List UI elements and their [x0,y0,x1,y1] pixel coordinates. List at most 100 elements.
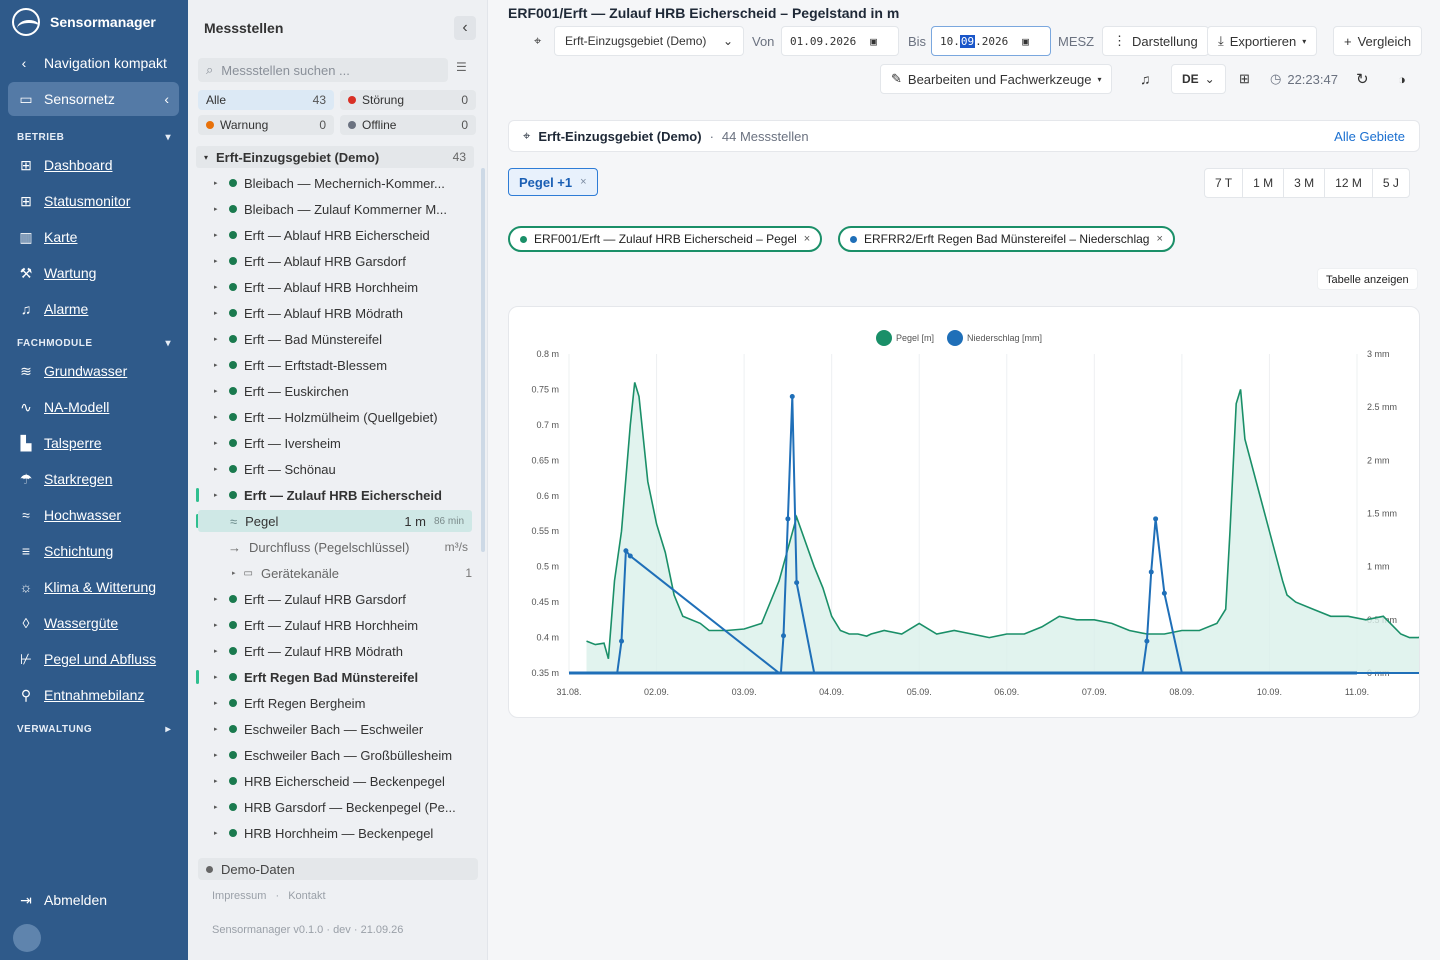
sidebar-item-sensornetz[interactable]: ▭ Sensornetz ‹ [8,82,179,116]
station-item[interactable]: ▸ Bleibach — Zulauf Kommerner M... [214,199,464,219]
caret-right-icon[interactable]: ▸ [214,179,222,187]
station-item[interactable]: ▸ Erft — Erftstadt-Blessem [214,355,464,375]
sidebar-item-pegel-abfluss[interactable]: ⊬ Pegel und Abfluss [18,649,156,669]
station-item[interactable]: ▸ Erft — Zulauf HRB Mödrath [214,641,464,661]
station-item[interactable]: ▸ Eschweiler Bach — Großbüllesheim [214,745,464,765]
brand[interactable]: Sensormanager [12,8,156,36]
show-table-button[interactable]: Tabelle anzeigen [1317,268,1418,290]
caret-right-icon[interactable]: ▸ [214,257,222,265]
channel-geraete[interactable]: ▸ ▭ Gerätekanäle 1 [232,563,472,583]
bell-icon[interactable]: ♫ [1140,64,1151,94]
close-icon[interactable]: × [1156,233,1162,245]
station-item[interactable]: ▸ HRB Eicherscheid — Beckenpegel [214,771,464,791]
channel-pegel[interactable]: ≈ Pegel 1 m 86 min [198,510,472,532]
tools-button[interactable]: ✎ Bearbeiten und Fachwerkzeuge ▾ [880,64,1113,94]
sidebar-item-wartung[interactable]: ⚒ Wartung [18,263,97,283]
sidebar-item-alarme[interactable]: ♫ Alarme [18,299,89,319]
refresh-icon[interactable]: ↻ [1356,64,1369,94]
caret-right-icon[interactable]: ▸ [214,335,222,343]
caret-right-icon[interactable]: ▸ [214,621,222,629]
collapse-panel-button[interactable]: ‹ [454,16,476,40]
station-item[interactable]: ▸ Erft — Ablauf HRB Mödrath [214,303,464,323]
station-item[interactable]: ▸ Erft — Ablauf HRB Garsdorf [214,251,464,271]
caret-right-icon[interactable]: ▸ [214,803,222,811]
sidebar-item-klima-witterung[interactable]: ☼ Klima & Witterung [18,577,156,597]
series-pill-niederschlag[interactable]: ERFRR2/Erft Regen Bad Münstereifel – Nie… [838,226,1175,252]
range-7t[interactable]: 7 T [1205,169,1244,197]
filter-chip-alle[interactable]: Alle 43 [198,90,334,110]
theme-toggle-icon[interactable]: ◑ [1398,64,1406,94]
sidebar-item-starkregen[interactable]: ☂ Starkregen [18,469,113,489]
station-item[interactable]: ▸ Eschweiler Bach — Eschweiler [214,719,464,739]
sidebar-item-dashboard[interactable]: ⊞ Dashboard [18,155,112,175]
caret-right-icon[interactable]: ▸ [214,387,222,395]
sidebar-item-grundwasser[interactable]: ≋ Grundwasser [18,361,127,381]
caret-right-icon[interactable]: ▸ [214,361,222,369]
range-5j[interactable]: 5 J [1373,169,1409,197]
darstellung-button[interactable]: ⋮ Darstellung [1102,26,1209,56]
channel-durchfluss[interactable]: → Durchfluss (Pegelschlüssel) m³/s [228,537,468,557]
caret-right-icon[interactable]: ▸ [214,699,222,707]
timeseries-chart[interactable]: 31.08. 02.09. 03.09. 04.09. 05.09. 06.09. 07.0… [509,307,1428,717]
sidebar-item-schichtung[interactable]: ≡ Schichtung [18,541,113,561]
caret-right-icon[interactable]: ▸ [214,205,222,213]
filter-icon[interactable]: ☰ [456,60,467,74]
caret-right-icon[interactable]: ▸ [214,439,222,447]
station-item[interactable]: ▸ Erft — Ablauf HRB Horchheim [214,277,464,297]
filter-chip-offline[interactable]: Offline 0 [340,115,476,135]
search-input[interactable]: ⌕ Messstellen suchen ... [198,58,448,82]
bis-date-input[interactable]: 10.09.2026 ▣ [931,26,1051,56]
station-item[interactable]: ▸ Erft — Zulauf HRB Horchheim [214,615,464,635]
caret-right-icon[interactable]: ▸ [214,647,222,655]
sidebar-item-entnahmebilanz[interactable]: ⚲ Entnahmebilanz [18,685,145,705]
avatar[interactable] [13,924,41,952]
nav-compact-toggle[interactable]: ‹ Navigation kompakt [16,52,167,74]
kontakt-link[interactable]: Kontakt [288,890,325,902]
compare-button[interactable]: + Vergleich [1333,26,1423,56]
all-areas-link[interactable]: Alle Gebiete [1334,129,1405,144]
station-item[interactable]: ▸ Erft — Euskirchen [214,381,464,401]
caret-right-icon[interactable]: ▸ [214,829,222,837]
caret-right-icon[interactable]: ▸ [214,413,222,421]
section-fachmodule[interactable]: FACHMODULE ▾ [17,338,171,349]
caret-right-icon[interactable]: ▸ [214,309,222,317]
sidebar-item-talsperre[interactable]: ▙ Talsperre [18,433,102,453]
filter-chip-stoerung[interactable]: Störung 0 [340,90,476,110]
logout-button[interactable]: ⇥ Abmelden [18,892,107,908]
impressum-link[interactable]: Impressum [212,890,266,902]
caret-right-icon[interactable]: ▸ [214,673,222,681]
sidebar-item-karte[interactable]: ▥ Karte [18,227,77,247]
sidebar-item-wasserguete[interactable]: ◊ Wassergüte [18,613,119,633]
group-erft[interactable]: ▾ Erft-Einzugsgebiet (Demo) 43 [196,146,474,168]
filter-chip-warnung[interactable]: Warnung 0 [198,115,334,135]
section-betrieb[interactable]: BETRIEB ▾ [17,132,171,143]
caret-right-icon[interactable]: ▸ [214,465,222,473]
range-12m[interactable]: 12 M [1325,169,1373,197]
scrollbar[interactable] [481,168,485,552]
station-item[interactable]: ▸ Erft — Ablauf HRB Eicherscheid [214,225,464,245]
pegel-filter-pill[interactable]: Pegel +1 × [508,168,598,196]
caret-right-icon[interactable]: ▸ [214,595,222,603]
station-item[interactable]: ▸ HRB Garsdorf — Beckenpegel (Pe... [214,797,464,817]
export-button[interactable]: ⤓ Exportieren ▾ [1207,26,1318,56]
caret-right-icon[interactable]: ▸ [214,725,222,733]
sidebar-item-na-modell[interactable]: ∿ NA-Modell [18,397,109,417]
language-select[interactable]: DE ⌄ [1171,64,1226,94]
widgets-icon[interactable]: ⊞ [1239,64,1250,94]
caret-right-icon[interactable]: ▸ [214,231,222,239]
section-verwaltung[interactable]: VERWALTUNG ▸ [17,724,171,735]
station-item[interactable]: ▸ Erft Regen Bergheim [214,693,464,713]
range-3m[interactable]: 3 M [1284,169,1326,197]
series-pill-pegel[interactable]: ERF001/Erft — Zulauf HRB Eicherscheid – … [508,226,823,252]
range-1m[interactable]: 1 M [1243,169,1285,197]
station-item[interactable]: ▸ Erft Regen Bad Münstereifel [214,667,464,687]
station-item[interactable]: ▸ Erft — Zulauf HRB Garsdorf [214,589,464,609]
station-item[interactable]: ▸ Erft — Holzmülheim (Quellgebiet) [214,407,464,427]
sidebar-item-statusmonitor[interactable]: ⊞ Statusmonitor [18,191,130,211]
sidebar-item-hochwasser[interactable]: ≈ Hochwasser [18,505,121,525]
station-item[interactable]: ▸ Erft — Schönau [214,459,464,479]
von-date-input[interactable]: 01.09.2026 ▣ [781,26,899,56]
caret-right-icon[interactable]: ▸ [214,777,222,785]
close-icon[interactable]: × [804,233,810,245]
station-item[interactable]: ▸ HRB Horchheim — Beckenpegel [214,823,464,843]
